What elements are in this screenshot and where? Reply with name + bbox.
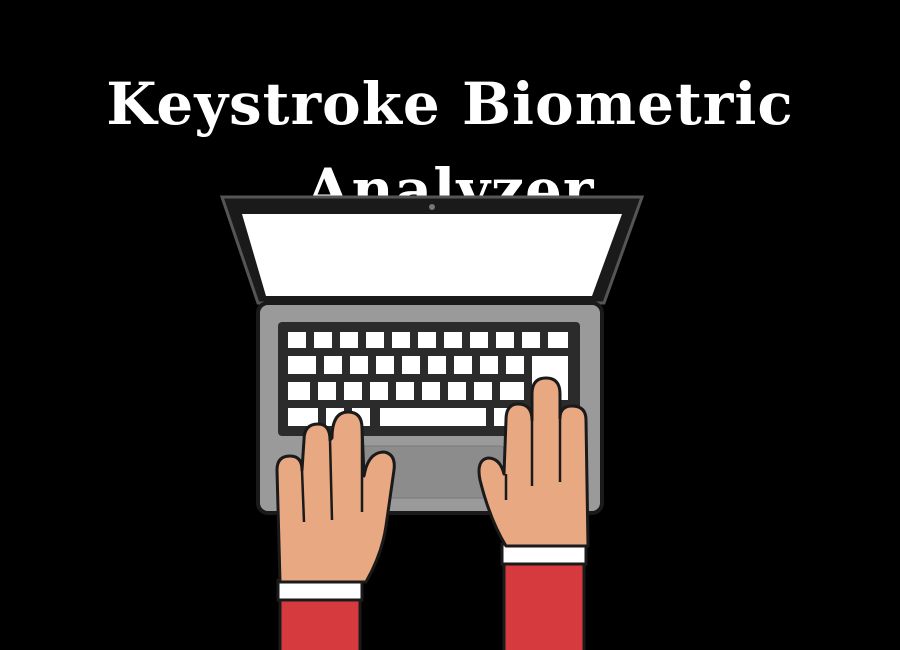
webcam-icon [429, 204, 435, 210]
left-sleeve [278, 596, 362, 650]
keys-row-1 [288, 332, 568, 348]
laptop-typing-illustration [219, 195, 645, 650]
laptop-screen [242, 214, 622, 296]
keys-row-3 [288, 382, 524, 400]
spacebar [380, 408, 486, 426]
right-sleeve [502, 560, 586, 650]
